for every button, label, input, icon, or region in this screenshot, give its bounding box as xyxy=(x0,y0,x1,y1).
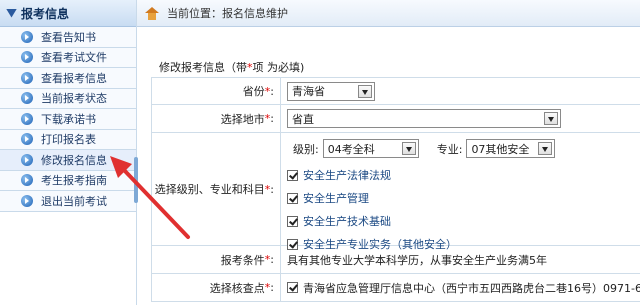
province-row: 省份 *: 青海省 xyxy=(151,78,640,105)
chevron-down-icon[interactable] xyxy=(401,142,416,155)
site-value: 青海省应急管理厅信息中心（西宁市五四西路虎台二巷16号）0971-63104 xyxy=(303,281,640,295)
subject-checkbox[interactable]: 安全生产法律法规 xyxy=(287,167,391,183)
form-title-prefix: 修改报考信息（带 xyxy=(159,61,247,74)
subject-label: 安全生产法律法规 xyxy=(303,169,391,182)
chevron-down-icon[interactable] xyxy=(358,84,372,98)
chevron-down-icon[interactable] xyxy=(544,112,558,125)
condition-row: 报考条件 *: 具有其他专业大学本科学历，从事安全生产业务满5年 xyxy=(151,246,640,274)
province-label: 省份 *: xyxy=(151,78,281,104)
major-value: 07其他安全 xyxy=(471,142,530,156)
subject-checkbox[interactable]: 安全生产技术基础 xyxy=(287,213,391,229)
arrow-circle-icon xyxy=(21,133,33,146)
condition-label: 报考条件 *: xyxy=(151,246,281,273)
sidebar: 报考信息 查看告知书 查看考试文件 查看报考信息 当前报考状态 下载承诺书 打印… xyxy=(0,0,137,305)
level-value: 04考全科 xyxy=(327,142,375,156)
sidebar-item-label: 考生报考指南 xyxy=(41,174,107,188)
level-major-row: 选择级别、专业和科目 *: 级别: 04考全科 专业: 07其他安全 安全生产法律… xyxy=(151,133,640,251)
city-select[interactable]: 省直 xyxy=(287,109,561,128)
city-label: 选择地市 *: xyxy=(151,105,281,132)
sidebar-item-label: 查看报考信息 xyxy=(41,71,107,85)
chevron-down-icon[interactable] xyxy=(538,142,553,155)
breadcrumb: 当前位置：报名信息维护 xyxy=(167,7,288,20)
form-title-suffix: 项 为必填) xyxy=(252,61,305,74)
sidebar-item-label: 打印报名表 xyxy=(41,133,96,147)
sidebar-item-download-pledge[interactable]: 下载承诺书 xyxy=(0,109,136,130)
arrow-circle-icon xyxy=(21,30,33,43)
arrow-circle-icon xyxy=(21,194,33,207)
site-label: 选择核查点 *: xyxy=(151,274,281,301)
form-table: 省份 *: 青海省 选择地市 *: 省直 选择级别、专业和科目 *: 级别: 04考全… xyxy=(151,77,640,302)
checkbox-checked-icon[interactable] xyxy=(287,192,298,204)
level-label: 级别: xyxy=(293,142,319,156)
major-select[interactable]: 07其他安全 xyxy=(466,139,556,158)
sidebar-item-exit-exam[interactable]: 退出当前考试 xyxy=(0,191,136,212)
checkbox-checked-icon[interactable] xyxy=(287,238,298,250)
sidebar-title: 报考信息 xyxy=(21,6,70,21)
subject-label: 安全生产技术基础 xyxy=(303,215,391,228)
sidebar-item-edit-registration[interactable]: 修改报名信息 xyxy=(0,150,136,171)
form-title: 修改报考信息（带*项 为必填) xyxy=(159,59,304,75)
level-select[interactable]: 04考全科 xyxy=(322,139,419,158)
arrow-circle-icon xyxy=(21,112,33,125)
sidebar-item-view-exam-files[interactable]: 查看考试文件 xyxy=(0,47,136,68)
site-row: 选择核查点 *: 青海省应急管理厅信息中心（西宁市五四西路虎台二巷16号）0971… xyxy=(151,274,640,302)
location-bar: 当前位置：报名信息维护 xyxy=(137,0,640,27)
subject-label: 安全生产管理 xyxy=(303,192,369,205)
sidebar-header[interactable]: 报考信息 xyxy=(0,0,136,27)
condition-value: 具有其他专业大学本科学历，从事安全生产业务满5年 xyxy=(287,253,547,267)
sidebar-item-label: 当前报考状态 xyxy=(41,92,107,106)
sidebar-item-print-form[interactable]: 打印报名表 xyxy=(0,129,136,150)
checkbox-checked-icon[interactable] xyxy=(287,169,298,181)
major-label: 专业: xyxy=(436,142,463,156)
subject-checkbox[interactable]: 安全生产管理 xyxy=(287,190,369,206)
arrow-circle-icon xyxy=(21,92,33,105)
radio-selected-icon[interactable] xyxy=(287,282,298,293)
collapse-triangle-icon xyxy=(6,8,17,18)
arrow-circle-icon xyxy=(21,153,33,166)
sidebar-item-label: 修改报名信息 xyxy=(41,153,107,167)
main-content: 修改报考信息（带*项 为必填) 省份 *: 青海省 选择地市 *: 省直 选择级别、… xyxy=(137,28,640,305)
city-value: 省直 xyxy=(292,112,314,126)
sidebar-item-label: 查看考试文件 xyxy=(41,51,107,65)
sidebar-item-view-notice[interactable]: 查看告知书 xyxy=(0,27,136,48)
city-row: 选择地市 *: 省直 xyxy=(151,105,640,133)
sidebar-item-guide[interactable]: 考生报考指南 xyxy=(0,170,136,191)
level-major-label: 选择级别、专业和科目 *: xyxy=(151,133,281,245)
sidebar-item-label: 查看告知书 xyxy=(41,30,96,44)
province-select[interactable]: 青海省 xyxy=(287,81,375,101)
checkbox-checked-icon[interactable] xyxy=(287,215,298,227)
arrow-circle-icon xyxy=(21,71,33,84)
sidebar-item-current-status[interactable]: 当前报考状态 xyxy=(0,88,136,109)
arrow-circle-icon xyxy=(21,51,33,64)
home-icon[interactable] xyxy=(145,6,159,20)
sidebar-item-label: 退出当前考试 xyxy=(41,194,107,208)
arrow-circle-icon xyxy=(21,174,33,187)
sidebar-item-view-registration[interactable]: 查看报考信息 xyxy=(0,68,136,89)
province-value: 青海省 xyxy=(292,85,325,98)
sidebar-item-label: 下载承诺书 xyxy=(41,112,96,126)
